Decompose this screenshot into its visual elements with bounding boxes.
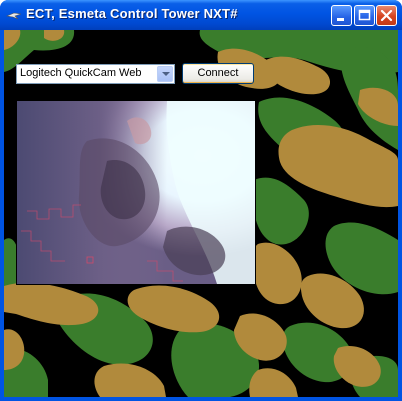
camera-device-select[interactable]: Logitech QuickCam Web (16, 64, 175, 84)
app-icon (6, 12, 22, 20)
maximize-icon (358, 9, 371, 21)
minimize-icon (337, 18, 344, 21)
close-icon (380, 9, 393, 22)
webcam-image (17, 101, 255, 284)
window-bottom-border (0, 397, 402, 401)
maximize-button[interactable] (354, 5, 375, 26)
window-title: ECT, Esmeta Control Tower NXT# (26, 6, 238, 21)
connect-button[interactable]: Connect (182, 63, 254, 84)
client-area: Logitech QuickCam Web Connect (4, 30, 398, 397)
device-select-value: Logitech QuickCam Web (20, 67, 142, 79)
minimize-button[interactable] (331, 5, 352, 26)
app-window: ECT, Esmeta Control Tower NXT# Logitech … (0, 0, 402, 401)
dropdown-button[interactable] (157, 66, 173, 82)
webcam-video-feed (16, 100, 256, 285)
chevron-down-icon (162, 72, 170, 76)
title-bar[interactable]: ECT, Esmeta Control Tower NXT# (0, 0, 402, 30)
close-button[interactable] (376, 5, 397, 26)
